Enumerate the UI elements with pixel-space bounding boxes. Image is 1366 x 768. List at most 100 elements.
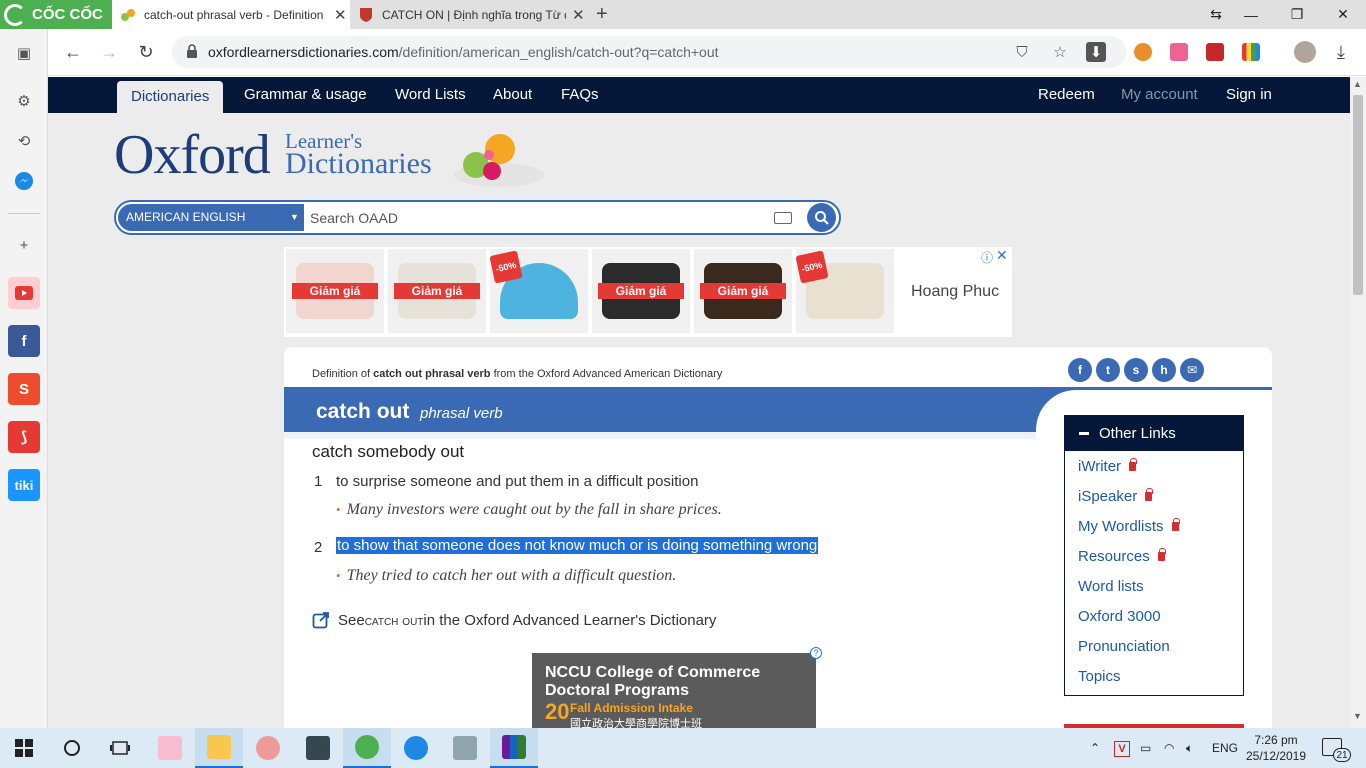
nav-word-lists[interactable]: Word Lists [395, 77, 466, 113]
bookmark-star-icon[interactable]: ☆ [1050, 42, 1070, 62]
other-link-topics[interactable]: Topics [1078, 668, 1121, 685]
messenger-icon[interactable] [12, 169, 36, 193]
ad-product-shoe-black[interactable]: Giảm giá [592, 249, 690, 333]
ad-product-cap[interactable]: -50% [490, 249, 588, 333]
new-tab-plus-icon[interactable]: + [596, 3, 608, 26]
coccoc-menu-button[interactable]: CỐC CỐC [0, 0, 112, 29]
search-button[interactable] [807, 203, 836, 232]
nccu-ad-banner[interactable]: ? NCCU College of Commerce Doctoral Progr… [532, 647, 822, 728]
minimize-icon[interactable]: — [1228, 0, 1274, 29]
file-explorer-icon[interactable] [195, 728, 243, 768]
oxford-learners-logo[interactable]: Oxford Learner's Dictionaries [114, 127, 554, 197]
ad-close-icon[interactable]: ✕ [996, 247, 1008, 264]
twitter-share-icon[interactable]: t [1096, 358, 1120, 382]
ad-info-icon[interactable]: ⓘ [981, 249, 993, 266]
profile-avatar[interactable] [1294, 41, 1316, 63]
search-circle-icon[interactable] [48, 728, 96, 768]
winrar-icon[interactable] [490, 728, 538, 768]
ad-product-patterned-sneaker[interactable]: -50% [796, 249, 894, 333]
download-icon[interactable]: ⤓ [1328, 39, 1354, 65]
stumbleupon-share-icon[interactable]: s [1124, 358, 1148, 382]
extension-shield-icon[interactable] [1170, 43, 1188, 61]
extension-red-icon[interactable] [1206, 43, 1224, 61]
taskbar-clock[interactable]: 7:26 pm 25/12/2019 [1244, 732, 1308, 764]
restore-icon[interactable]: ❐ [1274, 0, 1320, 29]
zalo-icon[interactable] [392, 728, 440, 768]
task-view-icon[interactable] [96, 728, 144, 768]
keyboard-icon[interactable] [774, 212, 792, 224]
settings-gear-icon[interactable]: ⚙ [12, 89, 36, 113]
volume-icon[interactable]: 🔈︎ [1186, 728, 1193, 768]
sidebar-toggle-icon[interactable]: ▣ [12, 41, 36, 65]
sticky-notes-icon[interactable] [294, 728, 342, 768]
reload-icon[interactable]: ↻ [133, 39, 159, 65]
nav-grammar-usage[interactable]: Grammar & usage [244, 77, 367, 113]
search-icon [814, 210, 829, 225]
product-ad-banner[interactable]: Giảm giá Giảm giá -50% Giảm giá Giảm giá… [284, 247, 1012, 337]
add-app-icon[interactable]: + [12, 233, 36, 257]
wifi-icon[interactable]: ◠ [1164, 728, 1174, 768]
other-link-resources[interactable]: Resources [1078, 548, 1166, 565]
other-link-word-lists[interactable]: Word lists [1078, 578, 1144, 595]
tab-catch-on[interactable]: CATCH ON | Định nghĩa trong Từ điển ✕ [350, 0, 588, 29]
taskbar-app-tool-icon[interactable] [441, 728, 489, 768]
shield-icon[interactable]: ⛉ [1012, 42, 1032, 62]
close-window-icon[interactable]: ✕ [1320, 0, 1366, 29]
nav-about[interactable]: About [493, 77, 532, 113]
nav-sign-in[interactable]: Sign in [1226, 77, 1272, 113]
scrollbar-thumb[interactable] [1353, 95, 1363, 295]
windows-start-button[interactable] [0, 728, 48, 768]
hi5-share-icon[interactable]: h [1152, 358, 1176, 382]
extension-color-icon[interactable] [1134, 43, 1152, 61]
other-link-ispeaker[interactable]: iSpeaker [1078, 488, 1154, 505]
tiki-icon[interactable]: tiki [8, 469, 40, 501]
address-bar[interactable]: oxfordlearnersdictionaries.com/definitio… [172, 36, 1126, 68]
taskbar-app-paint-icon[interactable] [146, 728, 194, 768]
other-link-my-wordlists[interactable]: My Wordlists [1078, 518, 1180, 535]
battery-icon[interactable]: ▭ [1140, 728, 1151, 768]
close-tab-icon[interactable]: ✕ [572, 6, 586, 24]
nav-dictionaries[interactable]: Dictionaries [117, 81, 224, 113]
link-label: iWriter [1078, 458, 1122, 475]
scroll-down-arrow-icon[interactable]: ▼ [1353, 711, 1362, 721]
extension-palette-icon[interactable] [1242, 43, 1260, 61]
history-icon[interactable]: ⟲ [12, 129, 36, 153]
ad-sale-label: Giảm giá [394, 283, 480, 299]
back-arrow-icon[interactable]: ← [60, 39, 86, 65]
sendo-icon[interactable]: ⟆ [8, 421, 40, 453]
search-input[interactable] [310, 205, 770, 230]
page-scrollbar[interactable]: ▲ ▼ [1350, 77, 1366, 728]
email-share-icon[interactable]: ✉ [1180, 358, 1204, 382]
download-page-icon[interactable]: ⬇ [1086, 42, 1106, 62]
ad-product-leather-shoe[interactable]: Giảm giá [694, 249, 792, 333]
nav-my-account[interactable]: My account [1121, 77, 1198, 113]
ad-product-sneaker[interactable]: Giảm giá [388, 249, 486, 333]
browser-tab-strip: CỐC CỐC catch-out phrasal verb - Definit… [0, 0, 1366, 29]
ad-title-line: Doctoral Programs [545, 682, 690, 699]
other-link-oxford-3000[interactable]: Oxford 3000 [1078, 608, 1161, 625]
vietkey-tray-icon[interactable]: V [1114, 728, 1130, 768]
facebook-icon[interactable]: f [8, 325, 40, 357]
show-hidden-icons-chevron-icon[interactable]: ⌃ [1090, 728, 1100, 768]
input-language-indicator[interactable]: ENG [1212, 728, 1238, 768]
forward-arrow-icon[interactable]: → [96, 39, 122, 65]
nav-redeem[interactable]: Redeem [1038, 77, 1095, 113]
close-tab-icon[interactable]: ✕ [334, 6, 348, 24]
see-also-link[interactable]: See catch out in the Oxford Advanced Lea… [312, 611, 716, 629]
shopee-icon[interactable]: S [8, 373, 40, 405]
ad-product-boot[interactable]: Giảm giá [286, 249, 384, 333]
coccoc-taskbar-icon[interactable] [343, 728, 391, 768]
dictionary-language-select[interactable]: AMERICAN ENGLISH ▼ [118, 204, 304, 231]
other-links-header[interactable]: Other Links [1065, 416, 1243, 451]
other-link-iwriter[interactable]: iWriter [1078, 458, 1138, 475]
ad-help-icon[interactable]: ? [810, 647, 822, 659]
tab-catch-out[interactable]: catch-out phrasal verb - Definition ✕ [112, 0, 350, 29]
youtube-icon[interactable] [8, 277, 40, 309]
scroll-up-arrow-icon[interactable]: ▲ [1353, 79, 1362, 89]
ad-brand-name[interactable]: Hoang Phuc [911, 283, 999, 301]
padlock-icon [1171, 518, 1180, 531]
facebook-share-icon[interactable]: f [1068, 358, 1092, 382]
nav-faqs[interactable]: FAQs [561, 77, 599, 113]
other-link-pronunciation[interactable]: Pronunciation [1078, 638, 1170, 655]
snipping-tool-icon[interactable] [244, 728, 292, 768]
